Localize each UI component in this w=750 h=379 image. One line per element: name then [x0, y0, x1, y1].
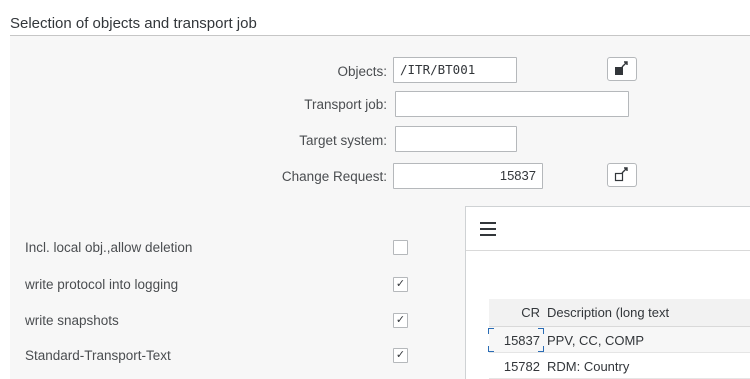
objects-input[interactable]: /ITR/BT001 [393, 57, 517, 83]
transport-job-label: Transport job: [304, 97, 387, 112]
row-description: PPV, CC, COMP [547, 333, 645, 348]
group-title: Selection of objects and transport job [10, 15, 257, 32]
target-system-label: Target system: [299, 133, 387, 148]
option-label-snapshots: write snapshots [25, 313, 119, 328]
change-request-label: Change Request: [281, 169, 387, 184]
target-system-input[interactable] [395, 126, 517, 152]
focus-indicator [488, 328, 544, 352]
option-checkbox-snapshots[interactable]: ✓ [393, 313, 408, 328]
option-label-local-objects: Incl. local obj.,allow deletion [25, 240, 193, 255]
hamburger-menu-icon[interactable] [480, 222, 496, 236]
transport-job-input[interactable] [395, 91, 629, 117]
change-request-value-help-popup: CR Description (long text 15837 PPV, CC,… [465, 206, 750, 379]
multiple-selection-filled-icon [615, 61, 628, 75]
row-cr: 15782 [503, 359, 540, 374]
option-checkbox-standard-text[interactable]: ✓ [393, 348, 408, 363]
change-request-multiple-selection-button[interactable] [607, 163, 637, 187]
option-label-standard-text: Standard-Transport-Text [25, 348, 171, 363]
objects-multiple-selection-button[interactable] [607, 57, 637, 81]
column-header-cr[interactable]: CR [489, 305, 544, 320]
option-label-protocol-logging: write protocol into logging [25, 277, 179, 292]
row-description: RDM: Country [547, 359, 630, 374]
table-header: CR Description (long text [489, 299, 750, 327]
option-checkbox-local-objects[interactable] [393, 240, 408, 255]
change-request-input[interactable]: 15837 [393, 163, 543, 189]
option-checkbox-protocol-logging[interactable]: ✓ [393, 277, 408, 292]
table-row[interactable]: 15782 RDM: Country [489, 353, 750, 379]
multiple-selection-icon [614, 167, 628, 182]
popup-header [466, 207, 750, 251]
column-header-description[interactable]: Description (long text [547, 305, 669, 320]
objects-label: Objects: [337, 64, 387, 79]
